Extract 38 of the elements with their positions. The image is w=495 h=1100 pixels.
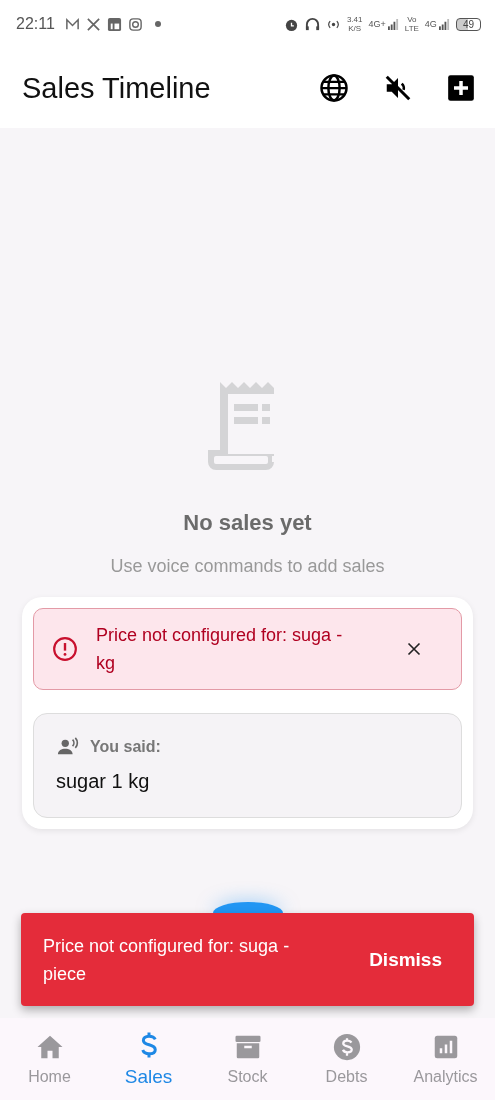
transcript-label: You said: — [90, 738, 161, 756]
linkedin-icon — [106, 16, 122, 32]
snackbar-message: Price not configured for: suga - piece — [43, 934, 291, 986]
empty-title: No sales yet — [183, 510, 312, 536]
dismiss-button[interactable]: Dismiss — [369, 948, 454, 971]
battery-level: 49 — [455, 17, 481, 31]
x-icon — [85, 16, 101, 32]
microphone-button[interactable] — [213, 902, 283, 913]
add-icon — [447, 74, 475, 102]
network-type: 4G+ — [368, 19, 386, 29]
mail-icon — [64, 16, 80, 32]
signal-icon — [387, 18, 399, 30]
notification-dot-icon — [154, 21, 161, 27]
language-button[interactable] — [319, 73, 349, 103]
transcript-text: sugar 1 kg — [56, 770, 151, 793]
dollar-coin-icon — [331, 1032, 362, 1062]
nav-tab[interactable]: Stock — [198, 1018, 297, 1100]
volte-bottom: LTE — [404, 24, 419, 33]
network-type: 4G — [424, 19, 437, 29]
nav-tab[interactable]: Analytics — [396, 1018, 495, 1100]
status-time: 22:11 — [16, 15, 55, 33]
empty-subtitle: Use voice commands to add sales — [110, 556, 385, 577]
nav-tab[interactable]: Debts — [297, 1018, 396, 1100]
volte-top: Vo — [407, 15, 417, 24]
error-icon — [52, 636, 78, 662]
sound-toggle-button[interactable] — [383, 73, 413, 103]
page-title: Sales Timeline — [22, 71, 211, 105]
signal-icon — [438, 18, 450, 30]
nav-tab[interactable]: Home — [0, 1018, 99, 1100]
instagram-icon — [127, 16, 143, 32]
globe-icon — [319, 73, 349, 103]
nav-tab[interactable]: Sales — [99, 1018, 198, 1100]
speed-value: 3.41 — [346, 15, 363, 24]
error-message: Price not configured for: suga - kg — [96, 624, 344, 675]
headphones-icon — [304, 16, 320, 32]
speed-unit: K/S — [348, 24, 362, 33]
add-button[interactable] — [447, 74, 475, 102]
mute-icon — [383, 73, 413, 103]
